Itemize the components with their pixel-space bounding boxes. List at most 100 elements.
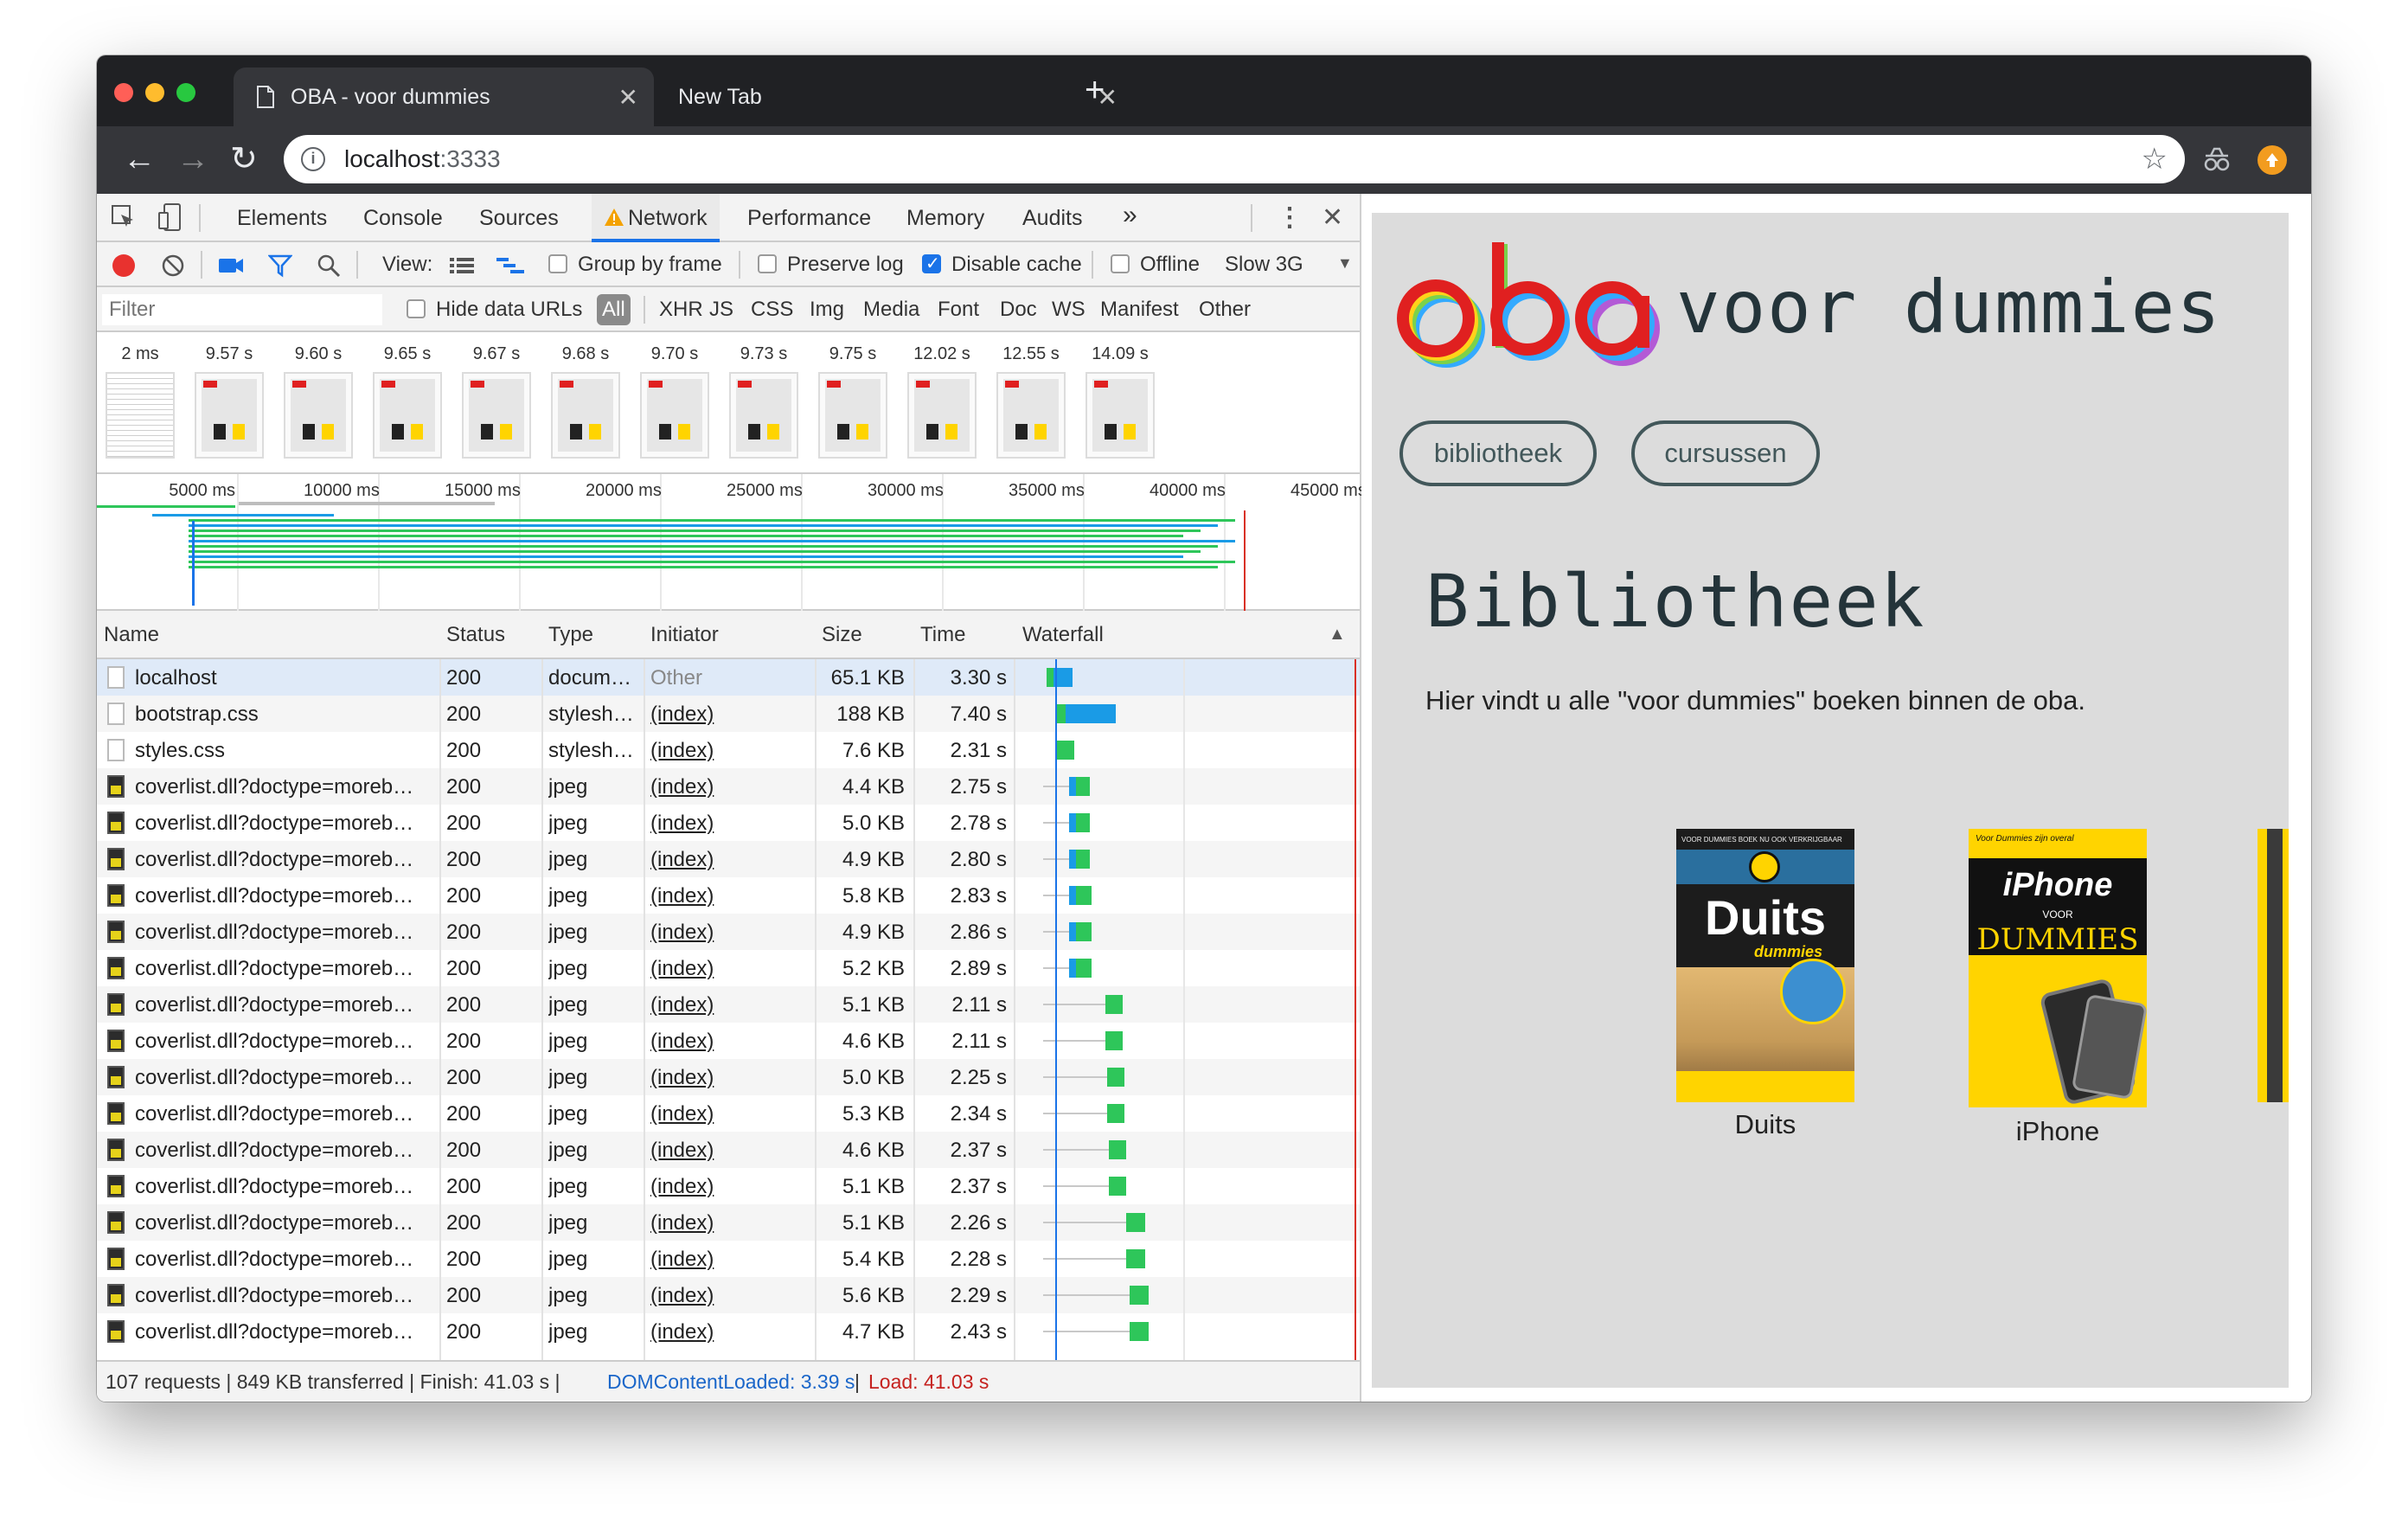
inspect-element-icon[interactable] [111, 204, 137, 230]
nav-cursussen-button[interactable]: cursussen [1631, 420, 1820, 486]
table-row[interactable]: coverlist.dll?doctype=moreb… 200 jpeg (inde… [97, 950, 1360, 986]
type-filter-xhr[interactable]: XHR [659, 298, 703, 322]
tab-audits[interactable]: Audits [1022, 206, 1082, 231]
col-header-initiator[interactable]: Initiator [650, 623, 719, 647]
back-arrow-icon[interactable]: ← [123, 142, 156, 176]
filter-input[interactable] [102, 294, 382, 325]
table-row[interactable]: coverlist.dll?doctype=moreb… 200 jpeg (inde… [97, 841, 1360, 877]
table-row[interactable]: coverlist.dll?doctype=moreb… 200 jpeg (inde… [97, 1277, 1360, 1313]
book-card-partial[interactable] [2258, 829, 2289, 1102]
col-header-waterfall[interactable]: Waterfall [1022, 623, 1104, 647]
close-window-button[interactable] [114, 83, 133, 102]
tab-performance[interactable]: Performance [747, 206, 871, 231]
sort-ascending-icon[interactable]: ▲ [1329, 625, 1346, 645]
type-filter-other[interactable]: Other [1199, 298, 1251, 322]
type-filter-img[interactable]: Img [810, 298, 844, 322]
filmstrip-frame[interactable] [818, 372, 887, 459]
tab-sources[interactable]: Sources [479, 206, 559, 231]
filmstrip-frame[interactable] [195, 372, 264, 459]
table-row[interactable]: coverlist.dll?doctype=moreb… 200 jpeg (inde… [97, 877, 1360, 914]
filmstrip-frame[interactable] [551, 372, 620, 459]
large-rows-icon[interactable] [450, 256, 474, 275]
table-row[interactable]: localhost 200 docum… Other 65.1 KB 3.30 s [97, 659, 1360, 696]
tab-memory[interactable]: Memory [906, 206, 984, 231]
tab-network[interactable]: Network [592, 194, 720, 242]
table-row[interactable]: coverlist.dll?doctype=moreb… 200 jpeg (inde… [97, 1313, 1360, 1350]
filter-icon[interactable] [268, 253, 292, 278]
cell-initiator[interactable]: (index) [650, 848, 806, 872]
filmstrip-frame[interactable] [106, 372, 175, 459]
type-filter-ws[interactable]: WS [1052, 298, 1086, 322]
cell-initiator[interactable]: (index) [650, 775, 806, 799]
table-row[interactable]: styles.css 200 stylesh… (index) 7.6 KB 2.31 s [97, 732, 1360, 768]
table-row[interactable]: bootstrap.css 200 stylesh… (index) 188 KB 7.4… [97, 696, 1360, 732]
address-bar[interactable]: i localhost:3333 ☆ [284, 135, 2185, 183]
cell-initiator[interactable]: (index) [650, 1066, 806, 1090]
preserve-log-checkbox[interactable] [758, 254, 777, 273]
cell-initiator[interactable]: (index) [650, 921, 806, 945]
type-filter-css[interactable]: CSS [751, 298, 793, 322]
book-card-iphone[interactable]: Voor Dummies zijn overal iPhone VOOR DUM… [1969, 829, 2147, 1146]
table-row[interactable]: coverlist.dll?doctype=moreb… 200 jpeg (inde… [97, 914, 1360, 950]
cell-initiator[interactable]: (index) [650, 1320, 806, 1344]
waterfall-overview-icon[interactable] [496, 256, 524, 275]
cell-initiator[interactable]: (index) [650, 703, 806, 727]
cell-initiator[interactable]: (index) [650, 1284, 806, 1308]
type-filter-all[interactable]: All [597, 294, 631, 325]
table-row[interactable]: coverlist.dll?doctype=moreb… 200 jpeg (inde… [97, 1204, 1360, 1241]
cell-initiator[interactable]: (index) [650, 1102, 806, 1126]
close-devtools-icon[interactable]: ✕ [1322, 202, 1343, 233]
table-row[interactable]: coverlist.dll?doctype=moreb… 200 jpeg (inde… [97, 1023, 1360, 1059]
col-header-type[interactable]: Type [548, 623, 593, 647]
tab-close-icon[interactable]: ✕ [618, 83, 638, 112]
disable-cache-checkbox[interactable] [922, 253, 941, 274]
reload-icon[interactable]: ↻ [230, 142, 258, 176]
screenshot-camera-icon[interactable] [218, 255, 244, 276]
filmstrip-frame[interactable] [996, 372, 1066, 459]
type-filter-doc[interactable]: Doc [1000, 298, 1037, 322]
cell-initiator[interactable]: (index) [650, 957, 806, 981]
group-by-frame-checkbox[interactable] [548, 254, 567, 273]
col-header-size[interactable]: Size [822, 623, 862, 647]
filmstrip-frame[interactable] [373, 372, 442, 459]
forward-arrow-icon[interactable]: → [176, 142, 209, 176]
cell-initiator[interactable]: (index) [650, 739, 806, 763]
table-row[interactable]: coverlist.dll?doctype=moreb… 200 jpeg (inde… [97, 1132, 1360, 1168]
star-icon[interactable]: ☆ [2142, 142, 2168, 176]
table-row[interactable]: coverlist.dll?doctype=moreb… 200 jpeg (inde… [97, 986, 1360, 1023]
throttle-select[interactable]: Slow 3G ▼ [1221, 242, 1358, 287]
tab-elements[interactable]: Elements [237, 206, 327, 231]
hide-data-urls-checkbox[interactable] [407, 299, 426, 318]
cell-initiator[interactable]: (index) [650, 993, 806, 1017]
offline-checkbox[interactable] [1111, 254, 1130, 273]
table-row[interactable]: coverlist.dll?doctype=moreb… 200 jpeg (inde… [97, 805, 1360, 841]
tab-console[interactable]: Console [363, 206, 443, 231]
cell-initiator[interactable]: (index) [650, 812, 806, 836]
cell-initiator[interactable]: (index) [650, 884, 806, 908]
tab-oba[interactable]: OBA - voor dummies ✕ [234, 67, 654, 126]
cell-initiator[interactable]: (index) [650, 1175, 806, 1199]
cell-initiator[interactable]: (index) [650, 1139, 806, 1163]
profile-icon[interactable] [2258, 145, 2287, 175]
timeline-overview[interactable]: 5000 ms 10000 ms 15000 ms 20000 ms 25000 ms 3… [97, 474, 1367, 611]
clear-icon[interactable] [161, 253, 185, 278]
new-tab-button[interactable]: + [1085, 71, 1105, 110]
type-filter-js[interactable]: JS [709, 298, 733, 322]
filmstrip-frame[interactable] [1086, 372, 1155, 459]
col-header-time[interactable]: Time [920, 623, 965, 647]
filmstrip-frame[interactable] [640, 372, 709, 459]
filmstrip-frame[interactable] [907, 372, 977, 459]
filmstrip-frame[interactable] [729, 372, 798, 459]
table-row[interactable]: coverlist.dll?doctype=moreb… 200 jpeg (inde… [97, 768, 1360, 805]
table-row[interactable]: coverlist.dll?doctype=moreb… 200 jpeg (inde… [97, 1241, 1360, 1277]
tab-new-tab[interactable]: New Tab ✕ [654, 67, 1156, 126]
table-row[interactable]: coverlist.dll?doctype=moreb… 200 jpeg (inde… [97, 1095, 1360, 1132]
type-filter-manifest[interactable]: Manifest [1100, 298, 1179, 322]
oba-logo[interactable] [1396, 235, 1673, 382]
cell-initiator[interactable]: (index) [650, 1248, 806, 1272]
col-header-name[interactable]: Name [104, 623, 159, 647]
info-icon[interactable]: i [301, 147, 325, 171]
cell-initiator[interactable]: (index) [650, 1030, 806, 1054]
cell-initiator[interactable]: (index) [650, 1211, 806, 1235]
more-tabs-button[interactable]: » [1123, 201, 1137, 230]
